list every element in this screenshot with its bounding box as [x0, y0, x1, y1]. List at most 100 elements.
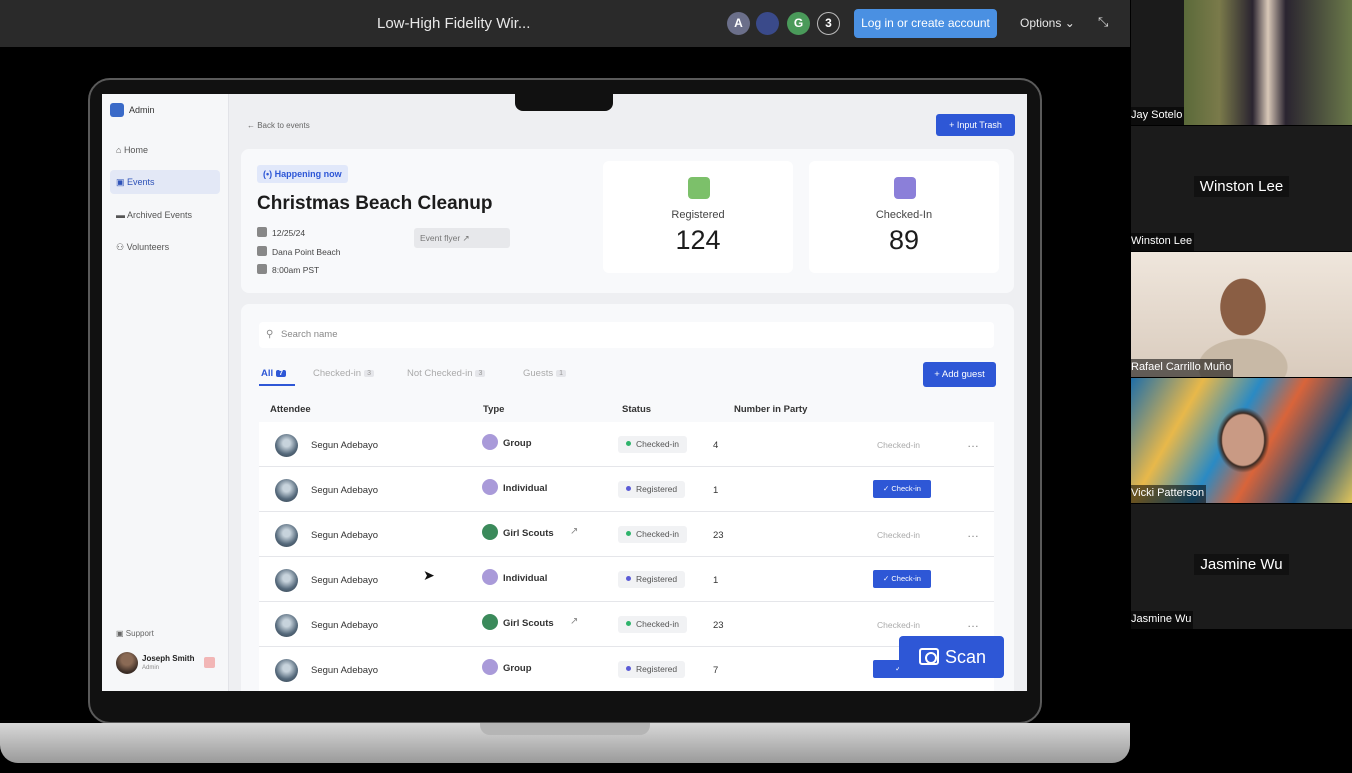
sidebar-item-volunteers[interactable]: ⚇ Volunteers	[110, 235, 220, 259]
attendees-card: ⚲ Search name All 7 Checked-in 3 Not Checke…	[241, 304, 1014, 691]
attendee-type: Group	[482, 434, 532, 450]
location-icon	[257, 246, 267, 256]
participant-tile-jasmine-wu[interactable]: Jasmine Wu Jasmine Wu	[1131, 504, 1352, 629]
participant-avatar-image[interactable]	[756, 12, 779, 35]
person-icon	[482, 569, 498, 585]
attendee-name: Segun Adebayo	[311, 530, 379, 541]
sidebar-item-home[interactable]: ⌂ Home	[110, 138, 220, 162]
column-header-type[interactable]: Type	[483, 404, 504, 415]
party-size: 1	[713, 485, 719, 496]
user-name: Joseph Smith	[142, 654, 195, 663]
tab-not-checked-in[interactable]: Not Checked-in 3	[407, 368, 486, 379]
group-icon	[482, 434, 498, 450]
attendee-type: Girl Scouts	[482, 524, 554, 540]
status-dot-icon	[626, 621, 631, 626]
table-row[interactable]: Segun Adebayo Individual Registered 1 ✓ …	[259, 557, 994, 602]
archive-icon: ▬	[116, 210, 128, 220]
active-tab-indicator	[259, 384, 295, 386]
search-input[interactable]: ⚲ Search name	[259, 322, 994, 348]
app-logo-icon	[110, 103, 124, 117]
column-header-party[interactable]: Number in Party	[734, 404, 807, 415]
attendee-type: Individual	[482, 569, 547, 585]
video-call-window: Low-High Fidelity Wir... A G 3 Log in or…	[0, 0, 1352, 773]
event-location: Dana Point Beach	[257, 246, 341, 257]
scan-button[interactable]: Scan	[899, 636, 1004, 678]
sidebar-support[interactable]: ▣ Support	[116, 629, 154, 638]
logout-icon[interactable]	[204, 657, 215, 668]
status-badge: Registered	[618, 571, 686, 588]
app-name: Admin	[129, 105, 155, 115]
avatar	[275, 569, 298, 592]
document-icon	[688, 177, 710, 199]
status-dot-icon	[626, 531, 631, 536]
party-size: 23	[713, 530, 724, 541]
girl-scouts-logo-icon	[482, 614, 498, 630]
meeting-top-bar: Low-High Fidelity Wir... A G 3 Log in or…	[0, 0, 1130, 47]
users-icon	[894, 177, 916, 199]
status-badge: Checked-in	[618, 436, 687, 453]
tab-checked-in[interactable]: Checked-in 3	[313, 368, 374, 379]
home-icon: ⌂	[116, 145, 124, 155]
participant-count-badge[interactable]: 3	[817, 12, 840, 35]
girl-scouts-logo-icon	[482, 524, 498, 540]
participant-avatar-g[interactable]: G	[787, 12, 810, 35]
more-options-icon[interactable]: …	[967, 526, 979, 540]
status-dot-icon	[626, 666, 631, 671]
checked-in-count: 89	[888, 225, 920, 255]
avatar	[275, 614, 298, 637]
add-guest-button[interactable]: + Add guest	[923, 362, 996, 387]
happening-now-badge: (•) Happening now	[257, 165, 348, 183]
table-row[interactable]: Segun Adebayo Group Registered 7 ✓ C	[259, 647, 994, 691]
participant-tile-jay-sotelo[interactable]: Jay Sotelo	[1131, 0, 1352, 125]
status-dot-icon	[626, 576, 631, 581]
options-menu[interactable]: Options ⌄	[1020, 16, 1075, 30]
login-button[interactable]: Log in or create account	[854, 9, 997, 38]
participant-avatar-a[interactable]: A	[727, 12, 750, 35]
participant-name: Rafael Carrillo Muño	[1131, 359, 1234, 377]
column-header-attendee[interactable]: Attendee	[270, 404, 311, 415]
sidebar-item-archived-events[interactable]: ▬ Archived Events	[110, 203, 220, 227]
current-user[interactable]: Joseph Smith Admin	[116, 652, 220, 676]
back-to-events-link[interactable]: ← Back to events	[247, 121, 310, 130]
calendar-icon: ▣	[116, 177, 128, 187]
attendee-type: Individual	[482, 479, 547, 495]
more-options-icon[interactable]: …	[967, 616, 979, 630]
sidebar-item-events[interactable]: ▣ Events	[110, 170, 220, 194]
search-icon: ⚲	[266, 329, 274, 340]
table-row[interactable]: Segun Adebayo Individual Registered 1 ✓ …	[259, 467, 994, 512]
tab-all[interactable]: All 7	[261, 368, 287, 379]
participant-center-name: Winston Lee	[1131, 176, 1352, 197]
tab-guests[interactable]: Guests 1	[523, 368, 567, 379]
attendee-name: Segun Adebayo	[311, 485, 379, 496]
status-badge: Checked-in	[618, 616, 687, 633]
status-badge: Checked-in	[618, 526, 687, 543]
shared-screen-title: Low-High Fidelity Wir...	[377, 15, 531, 32]
table-row[interactable]: Segun Adebayo Group Checked-in 4 Checked…	[259, 422, 994, 467]
participant-tile-vicki-patterson[interactable]: Vicki Patterson	[1131, 378, 1352, 503]
checked-in-stat-card: Checked-In 89	[809, 161, 999, 273]
attendee-type: Girl Scouts	[482, 614, 554, 630]
table-row[interactable]: Segun Adebayo Girl Scouts ↗ Checked-in 2…	[259, 512, 994, 557]
party-size: 23	[713, 620, 724, 631]
avatar	[275, 524, 298, 547]
column-header-status[interactable]: Status	[622, 404, 651, 415]
participant-tile-rafael-carrillo[interactable]: Rafael Carrillo Muño	[1131, 252, 1352, 377]
participant-tile-winston-lee[interactable]: Winston Lee Winston Lee	[1131, 126, 1352, 251]
input-trash-button[interactable]: + Input Trash	[936, 114, 1015, 136]
more-options-icon[interactable]: …	[967, 436, 979, 450]
table-row[interactable]: Segun Adebayo Girl Scouts ↗ Checked-in 2…	[259, 602, 994, 647]
person-icon	[482, 479, 498, 495]
check-in-button[interactable]: ✓ Check-in	[873, 570, 931, 588]
event-summary-card: (•) Happening now Christmas Beach Cleanu…	[241, 149, 1014, 293]
collapse-icon[interactable]: ⤡	[1098, 14, 1116, 32]
event-flyer-link[interactable]: Event flyer ↗	[414, 228, 510, 248]
external-link-icon[interactable]: ↗	[570, 526, 578, 537]
external-link-icon[interactable]: ↗	[570, 616, 578, 627]
event-date: 12/25/24	[257, 227, 305, 238]
party-size: 7	[713, 665, 719, 676]
check-in-button[interactable]: ✓ Check-in	[873, 480, 931, 498]
checked-in-label: Checked-in	[877, 620, 920, 630]
calendar-icon	[257, 227, 267, 237]
avatar	[275, 479, 298, 502]
avatar	[275, 434, 298, 457]
